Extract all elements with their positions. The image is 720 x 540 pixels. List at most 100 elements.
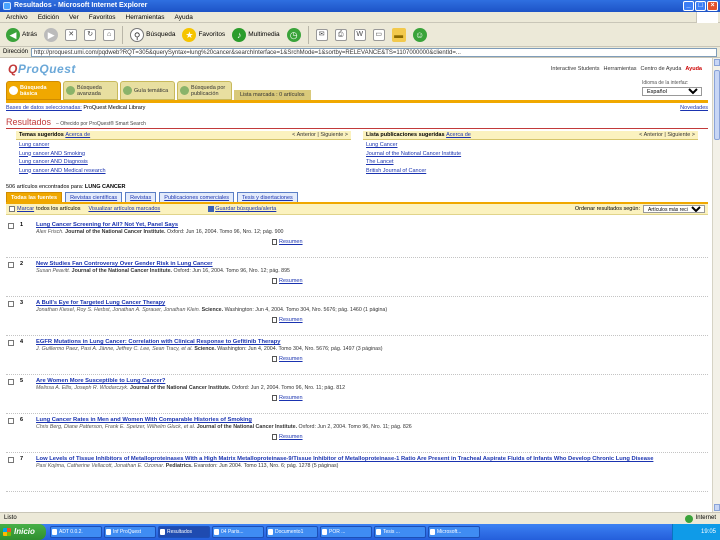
print-button[interactable]: ⎙ <box>333 25 349 45</box>
tab-trade-publications[interactable]: Publicaciones comerciales <box>159 192 235 202</box>
tab-basic-search[interactable]: Búsqueda básica <box>6 81 61 100</box>
vertical-scrollbar[interactable] <box>712 58 720 512</box>
scroll-up-arrow-icon[interactable] <box>714 59 720 66</box>
result-checkbox[interactable] <box>8 301 14 307</box>
result-title-link[interactable]: Lung Cancer Rates in Men and Women With … <box>36 417 708 423</box>
scroll-down-arrow-icon[interactable] <box>714 504 720 511</box>
address-input[interactable]: http://proquest.umi.com/pqdweb?RQT=305&q… <box>31 47 717 57</box>
back-arrow-icon: ◀ <box>6 27 20 42</box>
messenger-button[interactable]: ☺ <box>411 25 429 45</box>
result-title-link[interactable]: EGFR Mutations in Lung Cancer: Correlati… <box>36 339 708 345</box>
abstract-link[interactable]: Resumen <box>272 239 708 245</box>
refresh-button[interactable]: ↻ <box>82 25 98 45</box>
proquest-logo[interactable]: QProQuest <box>8 62 76 76</box>
top-link-help[interactable]: Ayuda <box>685 66 702 72</box>
taskbar-item[interactable]: Tesis ... <box>374 526 426 538</box>
top-link-help-center[interactable]: Centro de Ayuda <box>641 66 682 72</box>
result-title-link[interactable]: Lung Cancer Screening for All? Not Yet, … <box>36 222 708 228</box>
tab-topic-guide[interactable]: Guía temática <box>120 81 175 100</box>
top-link-tools[interactable]: Herramientas <box>604 66 637 72</box>
top-link-students[interactable]: Interactive Students <box>551 66 600 72</box>
menu-view[interactable]: Ver <box>69 14 79 21</box>
suggested-publications-pager[interactable]: < Anterior | Siguiente > <box>639 132 695 138</box>
result-checkbox[interactable] <box>8 457 14 463</box>
result-checkbox[interactable] <box>8 379 14 385</box>
result-checkbox[interactable] <box>8 340 14 346</box>
selected-databases-link[interactable]: Bases de datos seleccionadas: <box>6 105 82 111</box>
taskbar-item[interactable]: Documento1 <box>266 526 318 538</box>
menu-tools[interactable]: Herramientas <box>126 14 165 21</box>
result-title-link[interactable]: Are Women More Susceptible to Lung Cance… <box>36 378 708 384</box>
mark-all-link[interactable]: Marcar <box>17 206 34 212</box>
whats-new-link[interactable]: Novedades <box>680 105 708 114</box>
menu-help[interactable]: Ayuda <box>175 14 193 21</box>
start-button[interactable]: Inicio <box>0 524 46 540</box>
suggested-topic[interactable]: Lung cancer AND Smoking <box>19 151 348 160</box>
menu-favorites[interactable]: Favoritos <box>89 14 116 21</box>
abstract-link[interactable]: Resumen <box>272 395 708 401</box>
history-button[interactable]: ◷ <box>285 25 303 45</box>
suggested-publication[interactable]: British Journal of Cancer <box>366 168 695 177</box>
close-button[interactable]: × <box>707 1 718 11</box>
back-button[interactable]: ◀ Atrás <box>4 25 39 45</box>
menu-file[interactable]: Archivo <box>6 14 28 21</box>
tab-label: Guía temática <box>134 87 169 94</box>
minimize-button[interactable]: _ <box>683 1 694 11</box>
result-checkbox[interactable] <box>8 223 14 229</box>
view-marked-link[interactable]: Visualizar artículos marcados <box>88 206 160 212</box>
mail-button[interactable]: ✉ <box>314 25 330 45</box>
topic-guide-icon <box>123 86 132 95</box>
taskbar-item[interactable]: POR ... <box>320 526 372 538</box>
result-checkbox[interactable] <box>8 418 14 424</box>
multimedia-button[interactable]: ♪ Multimedia <box>230 25 281 45</box>
media-icon: ♪ <box>232 27 247 42</box>
suggested-publications-about-link[interactable]: Acerca de <box>446 132 471 138</box>
edit-button[interactable]: W <box>352 25 368 45</box>
folder-button[interactable]: ▬ <box>390 25 408 45</box>
interface-language-select[interactable]: Español <box>642 87 702 96</box>
suggested-topic[interactable]: Lung cancer AND Diagnosis <box>19 159 348 168</box>
taskbar-item-active[interactable]: Resultados <box>158 526 210 538</box>
mark-all-checkbox[interactable] <box>9 206 15 212</box>
result-item: 1 Lung Cancer Screening for All? Not Yet… <box>6 219 708 258</box>
suggested-publication[interactable]: The Lancet <box>366 159 695 168</box>
favorites-button[interactable]: ★ Favoritos <box>180 25 227 45</box>
tab-dissertations[interactable]: Tesis y disertaciones <box>237 192 298 202</box>
forward-button[interactable]: ▶ <box>42 25 60 45</box>
suggested-publication[interactable]: Lung Cancer <box>366 142 695 151</box>
sort-select[interactable]: Artículos más recientes <box>643 205 705 213</box>
scroll-thumb[interactable] <box>714 70 720 140</box>
result-checkbox[interactable] <box>8 262 14 268</box>
abstract-link[interactable]: Resumen <box>272 434 708 440</box>
tab-all-sources[interactable]: Todas las fuentes <box>6 192 63 202</box>
taskbar-item[interactable]: Microsoft... <box>428 526 480 538</box>
home-button[interactable]: ⌂ <box>101 25 117 45</box>
tab-magazines[interactable]: Revistas <box>125 192 157 202</box>
taskbar-item[interactable]: Inf ProQuest <box>104 526 156 538</box>
maximize-button[interactable]: □ <box>695 1 706 11</box>
results-divider <box>6 128 708 129</box>
suggested-topic[interactable]: Lung cancer AND Medical research <box>19 168 348 177</box>
abstract-link[interactable]: Resumen <box>272 356 708 362</box>
taskbar-item[interactable]: ADT 0.0.2. <box>50 526 102 538</box>
suggestions: Temas sugeridos Acerca de < Anterior | S… <box>6 131 708 178</box>
suggested-publication[interactable]: Journal of the National Cancer Institute <box>366 151 695 160</box>
result-title-link[interactable]: Low Levels of Tissue Inhibitors of Metal… <box>36 456 708 462</box>
result-title-link[interactable]: New Studies Fan Controversy Over Gender … <box>36 261 708 267</box>
tab-scholarly-journals[interactable]: Revistas científicas <box>65 192 123 202</box>
suggested-topic[interactable]: Lung cancer <box>19 142 348 151</box>
tab-publication-search[interactable]: Búsqueda por publicación <box>177 81 232 100</box>
taskbar-item[interactable]: 04 Paris... <box>212 526 264 538</box>
stop-button[interactable]: ✕ <box>63 25 79 45</box>
discuss-button[interactable]: ▭ <box>371 25 387 45</box>
result-title-link[interactable]: A Bull's Eye for Targeted Lung Cancer Th… <box>36 300 708 306</box>
tab-advanced-search[interactable]: Búsqueda avanzada <box>63 81 118 100</box>
save-search-link[interactable]: Guardar búsqueda/alerta <box>215 206 276 212</box>
search-button[interactable]: ⚲ Búsqueda <box>128 25 177 45</box>
abstract-link[interactable]: Resumen <box>272 317 708 323</box>
suggested-topics-pager[interactable]: < Anterior | Siguiente > <box>292 132 348 138</box>
abstract-link[interactable]: Resumen <box>272 278 708 284</box>
suggested-topics-about-link[interactable]: Acerca de <box>65 132 90 138</box>
menu-edit[interactable]: Edición <box>38 14 59 21</box>
marked-list-tab[interactable]: Lista marcada : 0 artículos <box>234 90 311 100</box>
